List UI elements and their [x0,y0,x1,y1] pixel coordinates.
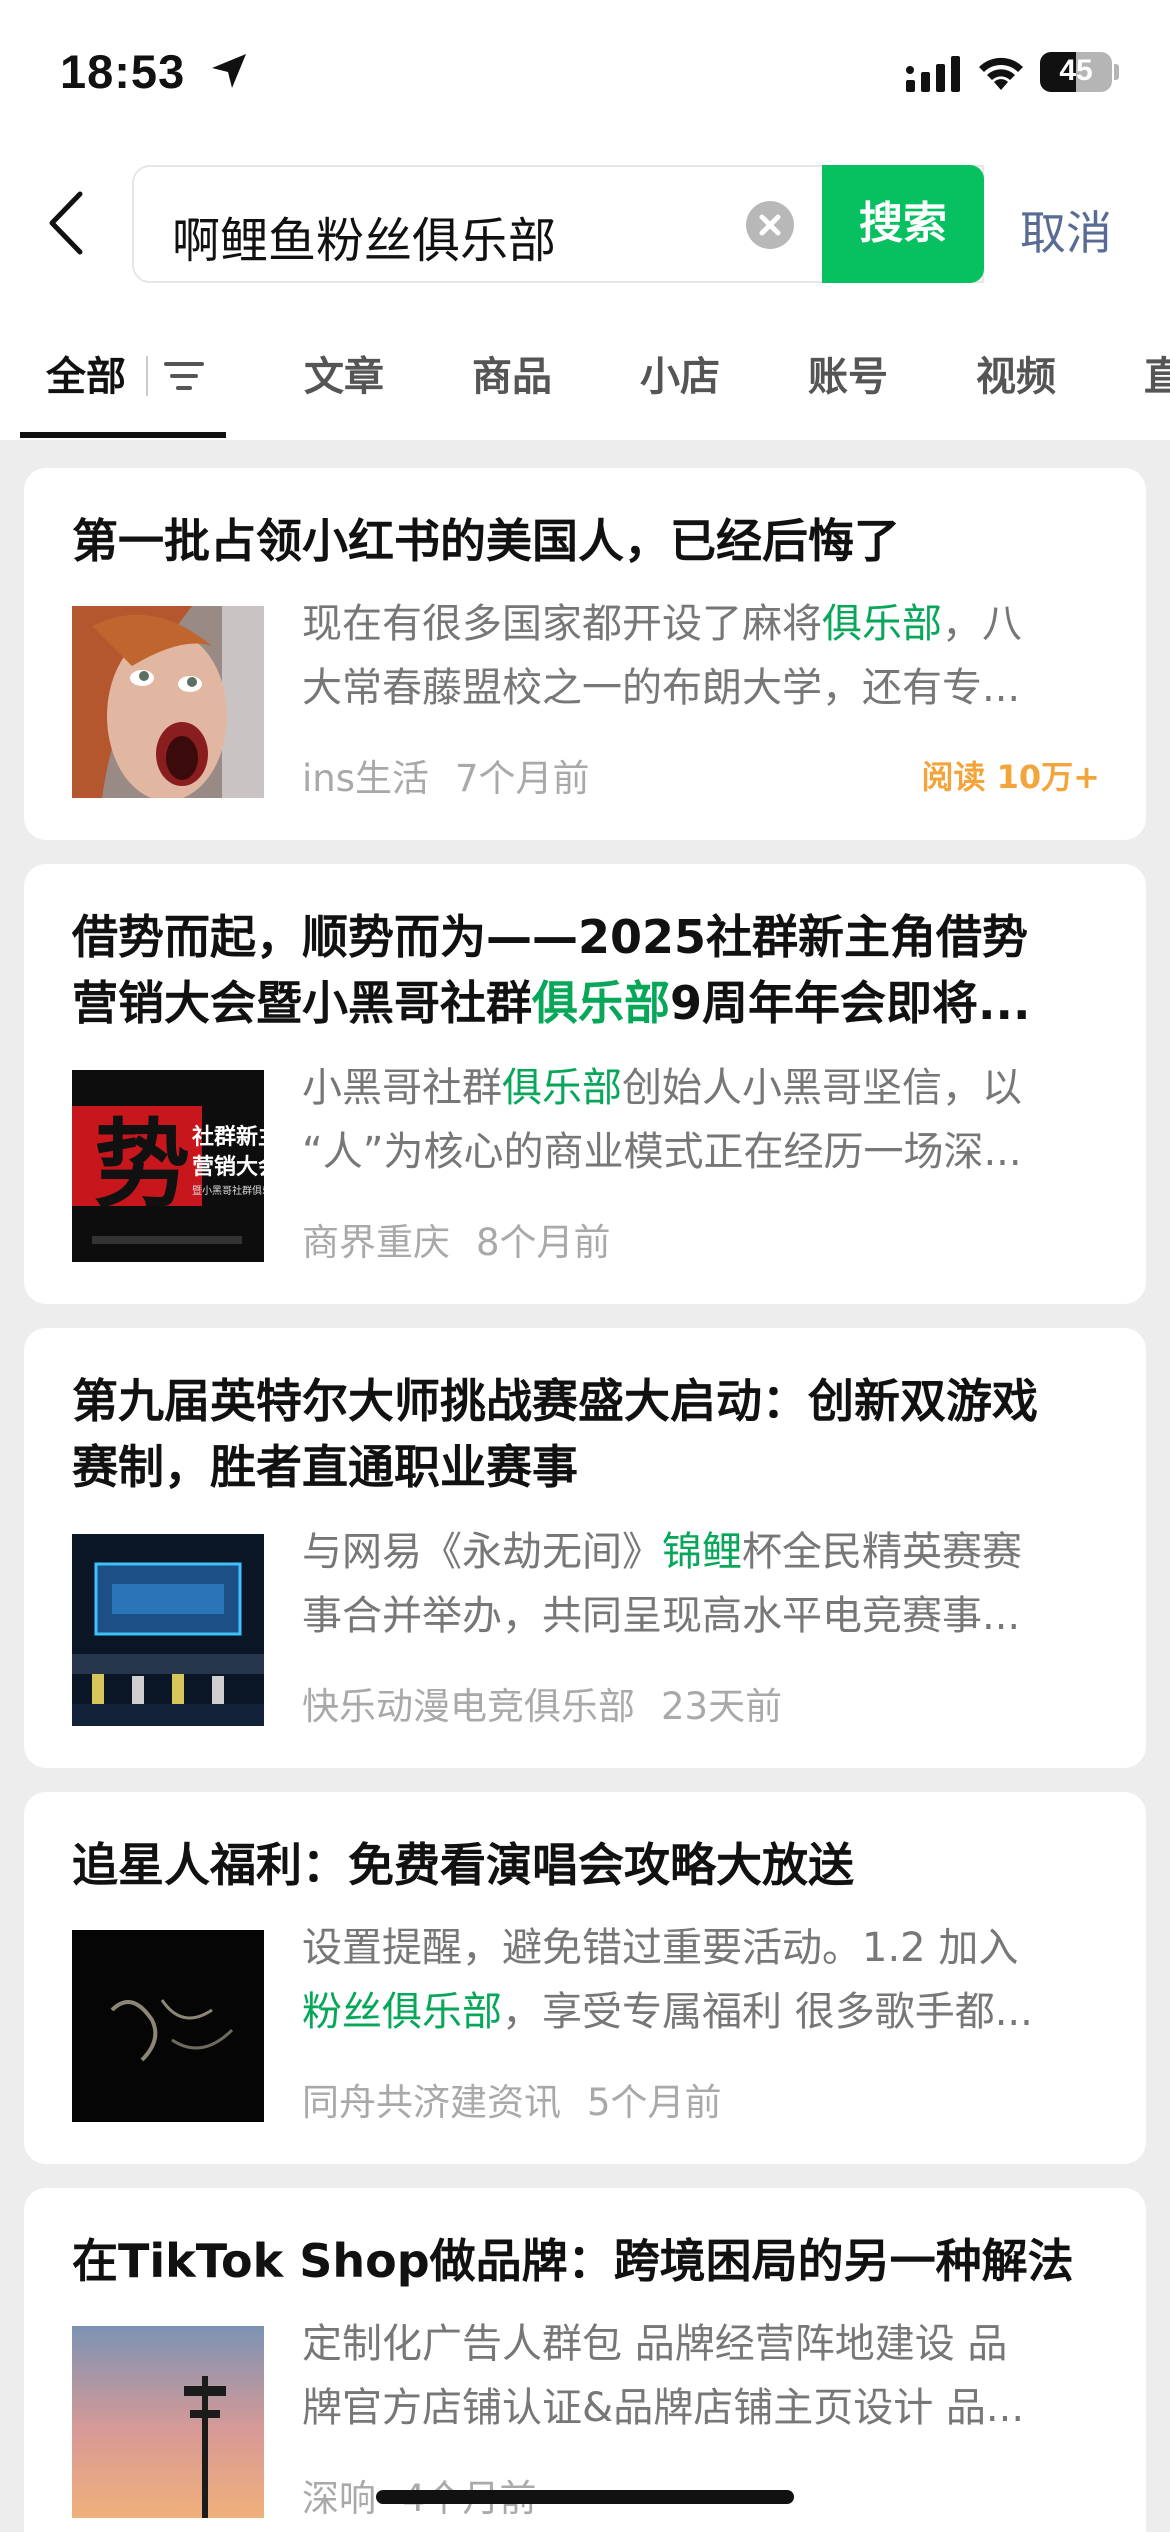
result-title[interactable]: 第一批占领小红书的美国人，已经后悔了 [72,508,1112,574]
svg-text:社群新主: 社群新主 [192,1124,264,1150]
tab-all[interactable]: 全部 [46,344,126,402]
wifi-icon [979,57,1023,90]
result-time: 5个月前 [587,2081,722,2124]
highlight-keyword: 粉丝俱乐部 [302,1989,502,2035]
result-snippet: 设置提醒，避免错过重要活动。1.2 加入 粉丝俱乐部，享受专属福利 很多歌手都.… [302,1925,1033,2035]
read-count: 阅读 10万+ [921,758,1101,796]
result-snippet: 现在有很多国家都开设了麻将俱乐部，八 大常春藤盟校之一的布朗大学，还有专... [302,601,1022,711]
category-tabs: 全部 文章 商品 小店 账号 视频 直 [0,330,1170,440]
svg-text:势: 势 [94,1109,190,1221]
search-button[interactable]: 搜索 [822,165,984,283]
result-time: 7个月前 [455,757,590,800]
active-tab-indicator [20,432,226,438]
result-meta: 商界重庆 8个月前 [302,1212,611,1266]
filter-icon[interactable] [160,356,208,396]
search-query[interactable]: 啊鲤鱼粉丝俱乐部 [172,201,556,271]
search-result-card[interactable]: 第九届英特尔大师挑战赛盛大启动：创新双游戏 赛制，胜者直通职业赛事 与网易《永劫… [24,1328,1146,1768]
result-source[interactable]: ins生活 [302,757,429,800]
result-thumbnail[interactable] [72,1534,264,1726]
result-snippet: 与网易《永劫无间》锦鲤杯全民精英赛赛 事合并举办，共同呈现高水平电竞赛事... [302,1529,1022,1639]
result-title[interactable]: 借势而起，顺势而为——2025社群新主角借势 营销大会暨小黑哥社群俱乐部9周年年… [72,904,1112,1036]
search-result-card[interactable]: 借势而起，顺势而为——2025社群新主角借势 营销大会暨小黑哥社群俱乐部9周年年… [24,864,1146,1304]
result-source[interactable]: 快乐动漫电竞俱乐部 [302,1685,635,1728]
result-thumbnail[interactable] [72,606,264,798]
tab-products[interactable]: 商品 [472,344,552,402]
search-result-card[interactable]: 在TikTok Shop做品牌：跨境困局的另一种解法 定制化广告人群包 品牌经营… [24,2188,1146,2532]
status-time: 18:53 [60,45,186,98]
result-meta: ins生活 7个月前 [302,748,590,802]
svg-text:营销大会: 营销大会 [192,1154,264,1180]
battery-level: 45 [1059,54,1093,87]
location-arrow-icon [212,54,246,88]
tab-shops[interactable]: 小店 [640,344,720,402]
tab-accounts[interactable]: 账号 [808,344,888,402]
highlight-keyword: 俱乐部 [532,976,670,1030]
highlight-keyword: 锦鲤 [662,1529,742,1575]
highlight-keyword: 俱乐部 [822,601,942,647]
result-snippet: 小黑哥社群俱乐部创始人小黑哥坚信，以 “人”为核心的商业模式正在经历一场深... [302,1065,1022,1175]
result-time: 8个月前 [476,1221,611,1264]
result-source[interactable]: 深响 [302,2477,376,2520]
result-title[interactable]: 第九届英特尔大师挑战赛盛大启动：创新双游戏 赛制，胜者直通职业赛事 [72,1368,1112,1500]
cellular-signal-icon [906,56,960,92]
result-title[interactable]: 在TikTok Shop做品牌：跨境困局的另一种解法 [72,2228,1112,2294]
result-thumbnail[interactable]: 势 社群新主 营销大会 暨小黑哥社群俱乐 [72,1070,264,1262]
battery-tip [1114,64,1119,80]
result-meta: 同舟共济建资讯 5个月前 [302,2072,722,2126]
search-result-card[interactable]: 追星人福利：免费看演唱会攻略大放送 设置提醒，避免错过重要活动。1.2 加入 粉… [24,1792,1146,2164]
result-title[interactable]: 追星人福利：免费看演唱会攻略大放送 [72,1832,1112,1898]
home-indicator[interactable] [376,2490,794,2504]
result-snippet: 定制化广告人群包 品牌经营阵地建设 品 牌官方店铺认证&品牌店铺主页设计 品..… [302,2321,1025,2431]
svg-text:暨小黑哥社群俱乐: 暨小黑哥社群俱乐 [192,1184,264,1197]
result-meta: 快乐动漫电竞俱乐部 23天前 [302,1676,782,1730]
result-time: 23天前 [661,1685,783,1728]
tab-live[interactable]: 直 [1144,344,1170,402]
search-result-card[interactable]: 第一批占领小红书的美国人，已经后悔了 现在有很多国家都开设了麻将俱乐部，八 大常… [24,468,1146,840]
cancel-button[interactable]: 取消 [1020,197,1112,263]
highlight-keyword: 俱乐部 [502,1065,622,1111]
result-thumbnail[interactable] [72,1930,264,2122]
battery-icon: 45 [1040,52,1112,92]
tab-divider [146,356,148,396]
result-source[interactable]: 同舟共济建资讯 [302,2081,561,2124]
back-chevron-icon[interactable] [44,190,88,256]
result-thumbnail[interactable] [72,2326,264,2518]
clear-search-icon[interactable] [746,201,794,249]
tab-videos[interactable]: 视频 [976,344,1056,402]
tab-articles[interactable]: 文章 [304,344,384,402]
status-bar: 18:53 45 [0,0,1170,150]
result-source[interactable]: 商界重庆 [302,1221,450,1264]
